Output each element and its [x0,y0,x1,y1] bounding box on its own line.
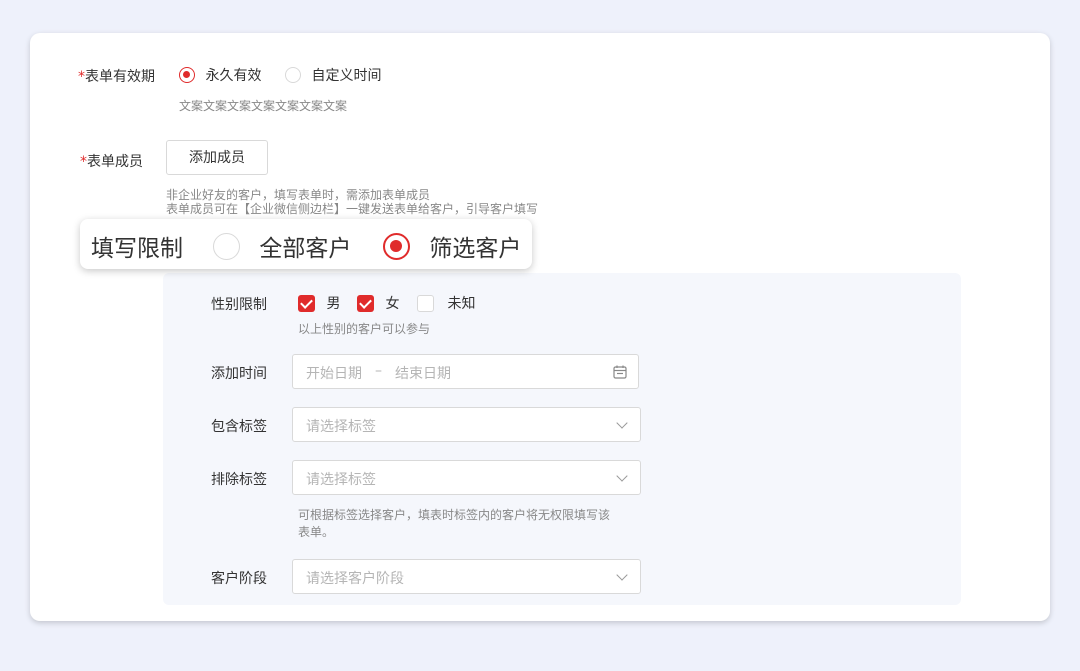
include-tags-label: 包含标签 [211,419,267,435]
limit-option-filter-label: 筛选客户 [429,236,522,262]
gender-option-unknown[interactable]: 未知 [417,293,475,313]
limit-option-filter[interactable]: 筛选客户 [383,229,521,263]
radio-unselected-icon[interactable] [285,67,301,83]
filter-panel: 性别限制 男 女 未知 以上性别的客户可以参与 添加时间 开始日期 – 结束日期 [163,273,961,605]
gender-option-unknown-label: 未知 [447,296,476,312]
members-label-text: 表单成员 [87,154,143,170]
gender-option-female[interactable]: 女 [357,293,399,313]
members-hint-line1: 非企业好友的客户，填写表单时，需添加表单成员 [166,188,431,202]
validity-hint: 文案文案文案文案文案文案文案 [179,99,348,113]
start-date-placeholder[interactable]: 开始日期 [306,363,362,383]
required-mark: * [78,69,85,85]
radio-unselected-icon[interactable] [213,232,240,260]
customer-stage-placeholder: 请选择客户阶段 [306,571,404,587]
validity-option-custom-label: 自定义时间 [311,68,382,84]
chevron-down-icon [616,417,628,429]
include-tags-select[interactable]: 请选择标签 [292,407,641,442]
fill-limit-row: 填写限制 全部客户 筛选客户 [80,219,532,269]
customer-stage-select[interactable]: 请选择客户阶段 [292,559,641,594]
include-tags-placeholder: 请选择标签 [306,419,376,435]
gender-option-male[interactable]: 男 [298,293,340,313]
validity-label: *表单有效期 [78,66,155,86]
gender-label: 性别限制 [211,297,267,313]
members-label: *表单成员 [80,151,143,171]
validity-option-permanent-label: 永久有效 [205,68,262,84]
required-mark: * [80,154,87,170]
exclude-tags-placeholder: 请选择标签 [306,472,376,488]
limit-option-all-label: 全部客户 [259,236,352,262]
add-time-label: 添加时间 [211,366,267,382]
form-settings-card: *表单有效期 永久有效 自定义时间 文案文案文案文案文案文案文案 *表单成员 添… [30,33,1050,621]
gender-option-female-label: 女 [385,296,400,312]
members-hint: 非企业好友的客户，填写表单时，需添加表单成员 表单成员可在【企业微信侧边栏】一键… [166,188,538,216]
radio-selected-icon[interactable] [179,67,195,83]
add-member-button[interactable]: 添加成员 [166,140,268,175]
chevron-down-icon [616,470,628,482]
checkbox-checked-icon[interactable] [357,294,374,312]
members-hint-line2: 表单成员可在【企业微信侧边栏】一键发送表单给客户，引导客户填写 [166,202,539,216]
exclude-tags-hint: 可根据标签选择客户，填表时标签内的客户将无权限填写该 表单。 [298,507,610,541]
fill-limit-label: 填写限制 [91,236,183,262]
exclude-tags-select[interactable]: 请选择标签 [292,460,641,495]
radio-selected-icon[interactable] [383,232,410,260]
exclude-tags-hint-line1: 可根据标签选择客户，填表时标签内的客户将无权限填写该 [298,508,611,522]
gender-hint: 以上性别的客户可以参与 [298,322,431,336]
checkbox-checked-icon[interactable] [298,294,315,312]
validity-option-custom[interactable]: 自定义时间 [285,65,381,85]
date-range-picker[interactable]: 开始日期 – 结束日期 [292,354,639,389]
date-separator: – [375,363,382,379]
validity-option-permanent[interactable]: 永久有效 [179,65,261,85]
exclude-tags-label: 排除标签 [211,472,267,488]
checkbox-unchecked-icon[interactable] [417,294,434,312]
customer-stage-label: 客户阶段 [211,571,267,587]
end-date-placeholder[interactable]: 结束日期 [395,363,451,383]
exclude-tags-hint-line2: 表单。 [298,525,335,539]
limit-option-all[interactable]: 全部客户 [213,229,351,263]
gender-option-male-label: 男 [326,296,341,312]
chevron-down-icon [616,569,628,581]
calendar-icon[interactable] [612,364,628,380]
validity-label-text: 表单有效期 [85,69,155,85]
